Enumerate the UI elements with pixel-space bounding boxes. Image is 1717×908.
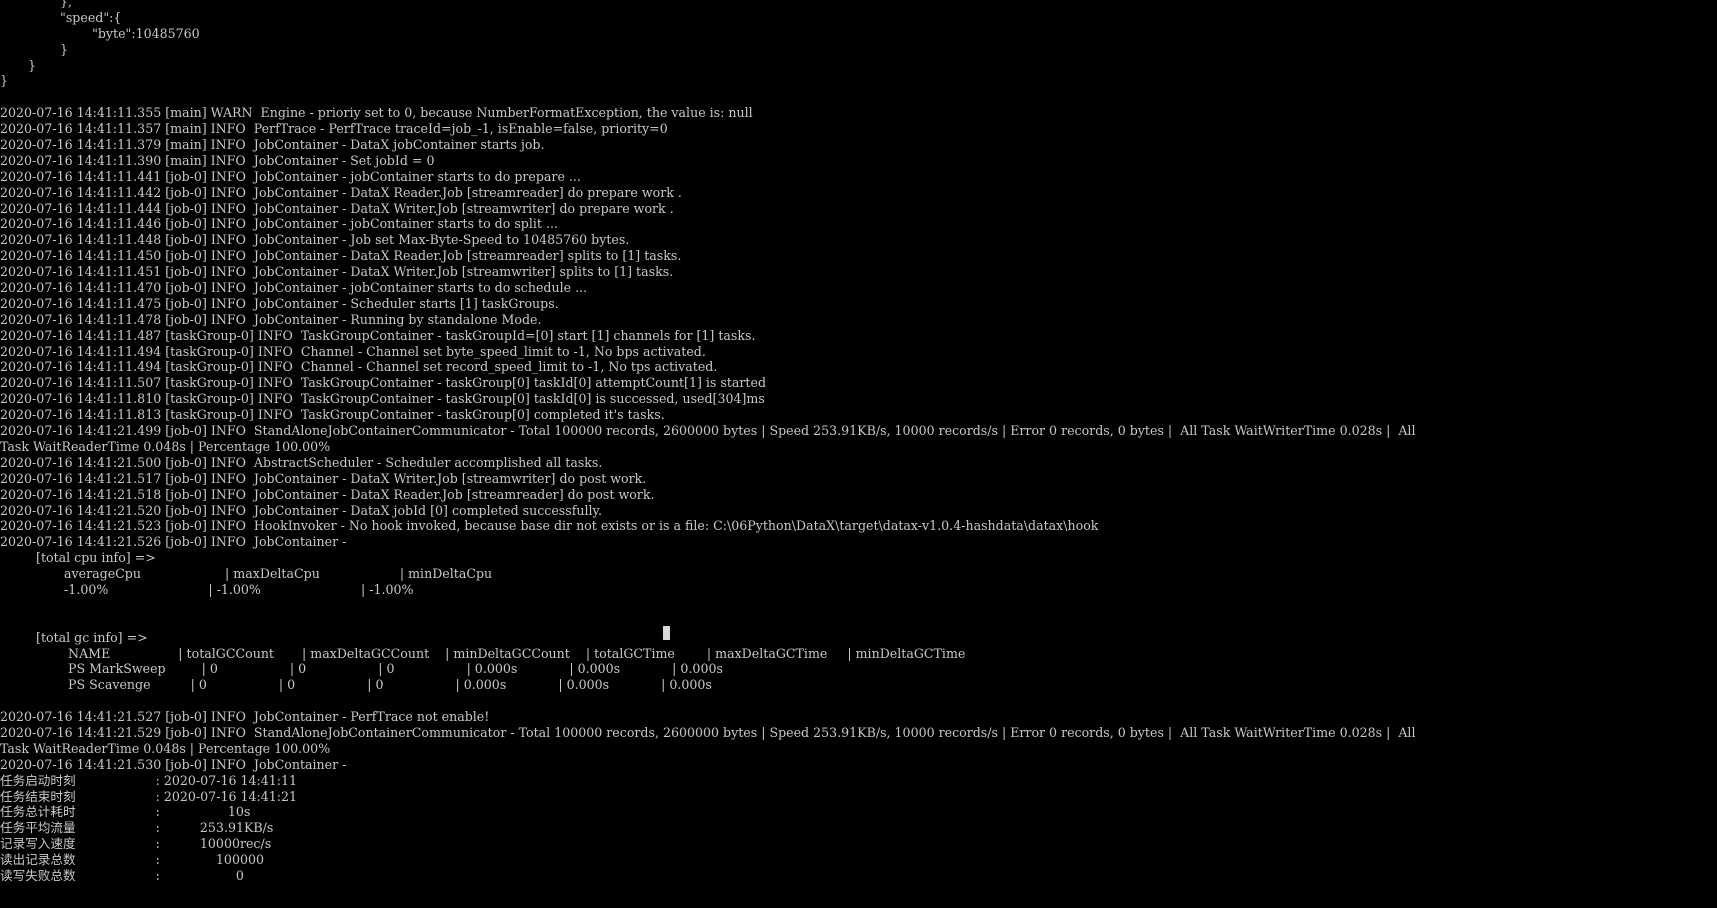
terminal-line: 记录写入速度 : 10000rec/s <box>0 836 272 852</box>
terminal-line: 2020-07-16 14:41:11.475 [job-0] INFO Job… <box>0 295 559 311</box>
terminal-line: averageCpu | maxDeltaCpu | minDeltaCpu <box>0 566 493 582</box>
terminal-line: 2020-07-16 14:41:21.517 [job-0] INFO Job… <box>0 470 647 486</box>
terminal-line: 2020-07-16 14:41:21.518 [job-0] INFO Job… <box>0 486 655 502</box>
terminal-line: 2020-07-16 14:41:21.520 [job-0] INFO Job… <box>0 502 602 518</box>
terminal-line: 2020-07-16 14:41:21.530 [job-0] INFO Job… <box>0 756 347 772</box>
terminal-line: 2020-07-16 14:41:11.494 [taskGroup-0] IN… <box>0 359 718 375</box>
terminal-line: "byte":10485760 <box>0 25 200 41</box>
terminal-line: 2020-07-16 14:41:21.526 [job-0] INFO Job… <box>0 534 347 550</box>
terminal-line: 2020-07-16 14:41:11.442 [job-0] INFO Job… <box>0 184 682 200</box>
terminal-line: 2020-07-16 14:41:21.527 [job-0] INFO Job… <box>0 709 490 725</box>
terminal-line: Task WaitReaderTime 0.048s | Percentage … <box>0 438 331 454</box>
terminal-line: 2020-07-16 14:41:11.446 [job-0] INFO Job… <box>0 216 558 232</box>
terminal-line: } <box>0 41 69 57</box>
text-cursor <box>663 626 670 640</box>
terminal-line: 2020-07-16 14:41:21.529 [job-0] INFO Sta… <box>0 724 1416 740</box>
terminal-line: 2020-07-16 14:41:11.450 [job-0] INFO Job… <box>0 248 682 264</box>
terminal-line: "speed":{ <box>0 9 122 25</box>
terminal-line: 2020-07-16 14:41:11.810 [taskGroup-0] IN… <box>0 391 765 407</box>
terminal-line: } <box>0 57 37 73</box>
terminal-line: } <box>0 73 9 89</box>
terminal-line: 2020-07-16 14:41:11.470 [job-0] INFO Job… <box>0 280 588 296</box>
terminal-line: 2020-07-16 14:41:11.487 [taskGroup-0] IN… <box>0 327 756 343</box>
terminal-line: 2020-07-16 14:41:11.448 [job-0] INFO Job… <box>0 232 630 248</box>
terminal-window[interactable]: }, "speed":{ "byte":10485760 } }} 2020-07… <box>0 0 1717 908</box>
terminal-line: 2020-07-16 14:41:11.494 [taskGroup-0] IN… <box>0 343 706 359</box>
terminal-line: 2020-07-16 14:41:11.444 [job-0] INFO Job… <box>0 200 674 216</box>
terminal-line: 2020-07-16 14:41:21.500 [job-0] INFO Abs… <box>0 454 603 470</box>
terminal-line: NAME | totalGCCount | maxDeltaGCCount | … <box>0 645 966 661</box>
terminal-line: 任务平均流量 : 253.91KB/s <box>0 820 274 836</box>
terminal-line: 2020-07-16 14:41:11.441 [job-0] INFO Job… <box>0 168 581 184</box>
terminal-line: Task WaitReaderTime 0.048s | Percentage … <box>0 740 331 756</box>
terminal-line: 2020-07-16 14:41:11.355 [main] WARN Engi… <box>0 105 753 121</box>
terminal-line: 2020-07-16 14:41:21.499 [job-0] INFO Sta… <box>0 423 1416 439</box>
terminal-line: -1.00% | -1.00% | -1.00% <box>0 581 414 597</box>
terminal-line: 2020-07-16 14:41:11.507 [taskGroup-0] IN… <box>0 375 767 391</box>
terminal-line: [total gc info] => <box>0 629 148 645</box>
terminal-line: 任务结束时刻 : 2020-07-16 14:41:21 <box>0 788 298 804</box>
terminal-line: }, <box>0 0 73 9</box>
terminal-line: 读写失败总数 : 0 <box>0 867 244 883</box>
terminal-line: 读出记录总数 : 100000 <box>0 852 264 868</box>
terminal-line: PS MarkSweep | 0 | 0 | 0 | 0.000s | 0.00… <box>0 661 723 677</box>
terminal-line: 2020-07-16 14:41:11.478 [job-0] INFO Job… <box>0 311 542 327</box>
terminal-line: 2020-07-16 14:41:11.357 [main] INFO Perf… <box>0 121 668 137</box>
terminal-line: 2020-07-16 14:41:11.390 [main] INFO JobC… <box>0 152 435 168</box>
terminal-line: 2020-07-16 14:41:21.523 [job-0] INFO Hoo… <box>0 518 1099 534</box>
terminal-line: 2020-07-16 14:41:11.451 [job-0] INFO Job… <box>0 264 674 280</box>
terminal-line: 2020-07-16 14:41:11.379 [main] INFO JobC… <box>0 137 545 153</box>
terminal-line: PS Scavenge | 0 | 0 | 0 | 0.000s | 0.000… <box>0 677 712 693</box>
terminal-line: 2020-07-16 14:41:11.813 [taskGroup-0] IN… <box>0 407 665 423</box>
terminal-line: [total cpu info] => <box>0 550 156 566</box>
terminal-line: 任务启动时刻 : 2020-07-16 14:41:11 <box>0 772 298 788</box>
terminal-line: 任务总计耗时 : 10s <box>0 804 251 820</box>
terminal-output: }, "speed":{ "byte":10485760 } }} 2020-07… <box>0 0 1717 884</box>
